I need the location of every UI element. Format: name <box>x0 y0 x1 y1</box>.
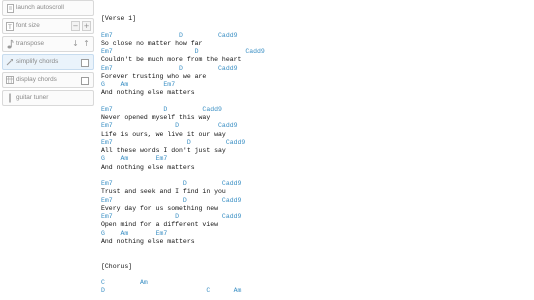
chord-line: Em7 D Cadd9 <box>101 213 242 220</box>
lyric-line: And nothing else matters <box>101 237 195 245</box>
tools-panel: launch autoscroll T font size − + transp… <box>2 0 94 108</box>
chord-line: D C Am <box>101 287 242 295</box>
font-size-control: T font size − + <box>2 18 94 34</box>
simplify-icon <box>6 55 14 69</box>
simplify-chords-checkbox[interactable] <box>81 59 89 67</box>
tuner-icon <box>6 91 14 105</box>
music-note-icon <box>6 37 14 51</box>
autoscroll-icon <box>6 1 14 15</box>
transpose-down-button[interactable]: ↓ <box>71 39 80 49</box>
chord-line: C Am <box>101 279 148 286</box>
display-chords-toggle[interactable]: display chords <box>2 72 94 88</box>
font-size-decrease-button[interactable]: − <box>71 21 80 31</box>
lyric-line: Couldn't be much more from the heart <box>101 56 242 64</box>
launch-autoscroll-button[interactable]: launch autoscroll <box>2 0 94 16</box>
lyric-line: And nothing else matters <box>101 163 195 171</box>
guitar-tuner-label: guitar tuner <box>16 94 49 101</box>
chord-line: Em7 D Cadd9 <box>101 196 242 204</box>
display-chords-checkbox[interactable] <box>81 77 89 85</box>
font-size-icon: T <box>6 19 14 33</box>
font-size-increase-button[interactable]: + <box>82 21 91 31</box>
lyric-line: Life is ours, we live it our way <box>101 130 226 138</box>
simplify-chords-toggle[interactable]: simplify chords <box>2 54 94 70</box>
lyric-line: Forever trusting who we are <box>101 72 207 80</box>
chord-line: G Am Em7 <box>101 81 176 88</box>
transpose-up-button[interactable]: ↑ <box>82 39 91 49</box>
section-header: [Verse 1] <box>101 15 137 22</box>
song-sheet: [Verse 1] Em7 D Cadd9 So close no matter h… <box>101 15 265 296</box>
transpose-control: transpose ↓ ↑ <box>2 36 94 52</box>
chord-line: G Am Em7 <box>101 229 168 237</box>
guitar-tuner-button[interactable]: guitar tuner <box>2 90 94 106</box>
simplify-chords-label: simplify chords <box>16 58 59 65</box>
font-size-label: font size <box>16 22 40 29</box>
lyric-line: Never opened myself this way <box>101 114 211 121</box>
chord-line: Em7 D Cadd9 <box>101 64 238 72</box>
chord-line: Em7 D Cadd9 <box>101 180 242 187</box>
transpose-label: transpose <box>16 40 45 47</box>
lyric-line: So close no matter how far <box>101 39 203 47</box>
lyric-line: Trust and seek and I find in you <box>101 188 226 196</box>
display-chords-icon <box>6 73 14 87</box>
svg-text:T: T <box>8 25 12 31</box>
chord-line: G Am Em7 <box>101 155 168 163</box>
chord-line: Em7 D Cadd9 <box>101 105 222 113</box>
display-chords-label: display chords <box>16 76 57 83</box>
lyric-line: And nothing else matters <box>101 89 195 97</box>
lyric-line: Every day for us something new <box>101 204 219 212</box>
section-header: [Chorus] <box>101 262 133 270</box>
chord-line: Em7 D Cadd9 <box>101 138 246 146</box>
lyric-line: Open mind for a different view <box>101 221 219 229</box>
chord-line: Em7 D Cadd9 <box>101 122 238 130</box>
chord-line: Em7 D Cadd9 <box>101 48 265 55</box>
launch-autoscroll-label: launch autoscroll <box>16 4 64 11</box>
lyric-line: All these words I don't just say <box>101 147 226 154</box>
chord-line: Em7 D Cadd9 <box>101 31 238 39</box>
